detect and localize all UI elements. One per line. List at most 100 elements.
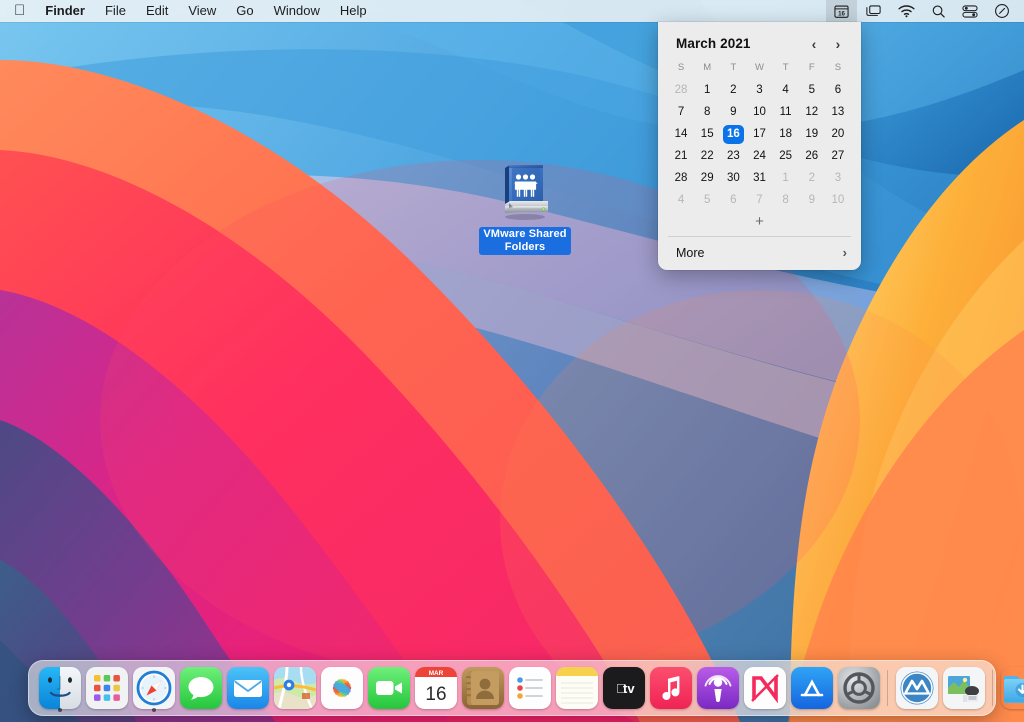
calendar-day[interactable]: 4 [773, 79, 799, 101]
calendar-day[interactable]: 3 [746, 79, 772, 101]
calendar-day-number: 22 [697, 147, 718, 166]
apple-menu[interactable]:  [0, 2, 35, 20]
calendar-nav-buttons: ‹ › [809, 37, 847, 51]
dock-item-downloads[interactable] [998, 663, 1024, 713]
calendar-day[interactable]: 2 [720, 79, 746, 101]
mission-control-icon[interactable] [857, 0, 890, 22]
calendar-day[interactable]: 31 [746, 167, 772, 189]
calendar-more-row[interactable]: More › [658, 237, 861, 270]
spotlight-search-icon[interactable] [923, 0, 954, 22]
calendar-day[interactable]: 7 [746, 189, 772, 211]
calendar-day[interactable]: 11 [773, 101, 799, 123]
dock-item-news[interactable] [741, 663, 788, 713]
calendar-next-button[interactable]: › [833, 37, 843, 51]
wifi-icon[interactable] [890, 0, 923, 22]
dock-item-maps[interactable] [271, 663, 318, 713]
calendar-day[interactable]: 21 [668, 145, 694, 167]
desktop-icon-vmware-shared-folders[interactable]: VMware Shared Folders [479, 160, 571, 255]
menu-item-view[interactable]: View [178, 2, 226, 20]
calendar-day[interactable]: 24 [746, 145, 772, 167]
calendar-day[interactable]: 1 [773, 167, 799, 189]
svg-text:16: 16 [425, 684, 446, 705]
calendar-day[interactable]: 28 [668, 79, 694, 101]
calendar-day[interactable]: 8 [694, 101, 720, 123]
calendar-day[interactable]: 22 [694, 145, 720, 167]
calendar-day-number: 11 [775, 103, 796, 122]
dock-item-image-capture[interactable] [940, 663, 987, 713]
menu-item-go[interactable]: Go [226, 2, 263, 20]
calendar-day[interactable]: 19 [799, 123, 825, 145]
calendar-day-number: 7 [671, 103, 692, 122]
control-center-icon[interactable] [954, 0, 986, 22]
menu-item-file[interactable]: File [95, 2, 136, 20]
calendar-day[interactable]: 26 [799, 145, 825, 167]
weekday-wed: W [746, 59, 772, 77]
calendar-day[interactable]: 5 [799, 79, 825, 101]
siri-icon[interactable] [986, 0, 1018, 22]
calendar-day[interactable]: 8 [773, 189, 799, 211]
calendar-day[interactable]: 3 [825, 167, 851, 189]
calendar-day[interactable]: 12 [799, 101, 825, 123]
dock-item-reminders[interactable] [506, 663, 553, 713]
dock-item-launchpad[interactable] [83, 663, 130, 713]
calendar-day[interactable]: 28 [668, 167, 694, 189]
dock-item-app[interactable] [893, 663, 940, 713]
calendar-day[interactable]: 2 [799, 167, 825, 189]
menu-item-finder[interactable]: Finder [35, 2, 95, 20]
drive-glyph [496, 160, 554, 222]
finder-icon [39, 667, 81, 709]
calendar-day[interactable]: 17 [746, 123, 772, 145]
dock-item-facetime[interactable] [365, 663, 412, 713]
calendar-day[interactable]: 15 [694, 123, 720, 145]
menu-item-edit[interactable]: Edit [136, 2, 178, 20]
calendar-day[interactable]: 5 [694, 189, 720, 211]
menu-bar:  Finder File Edit View Go Window Help 1… [0, 0, 1024, 22]
menu-item-window[interactable]: Window [264, 2, 330, 20]
calendar-day[interactable]: 23 [720, 145, 746, 167]
dock-item-photos[interactable] [318, 663, 365, 713]
calendar-day[interactable]: 27 [825, 145, 851, 167]
calendar-day[interactable]: 4 [668, 189, 694, 211]
calendar-day[interactable]: 25 [773, 145, 799, 167]
dock-item-contacts[interactable] [459, 663, 506, 713]
calendar-day[interactable]: 9 [720, 101, 746, 123]
mail-icon [227, 667, 269, 709]
calendar-day[interactable]: 14 [668, 123, 694, 145]
dock-item-system-preferences[interactable] [835, 663, 882, 713]
svg-text:tv: tv [623, 681, 635, 696]
dock-item-podcasts[interactable] [694, 663, 741, 713]
calendar-day-today[interactable]: 16 [720, 123, 746, 145]
separator-1 [887, 670, 888, 706]
calendar-day[interactable]: 6 [825, 79, 851, 101]
calendar-day[interactable]: 13 [825, 101, 851, 123]
dock-item-mail[interactable] [224, 663, 271, 713]
calendar-day[interactable]: 1 [694, 79, 720, 101]
dock-item-safari[interactable] [130, 663, 177, 713]
calendar-day[interactable]: 7 [668, 101, 694, 123]
calendar-day[interactable]: 29 [694, 167, 720, 189]
dock-item-finder[interactable] [36, 663, 83, 713]
menu-item-help[interactable]: Help [330, 2, 377, 20]
calendar-day[interactable]: 30 [720, 167, 746, 189]
calendar-add-event-button[interactable]: + [658, 211, 861, 236]
photos-icon [321, 667, 363, 709]
calendar-day[interactable]: 9 [799, 189, 825, 211]
calendar-prev-button[interactable]: ‹ [809, 37, 819, 51]
calendar-day[interactable]: 20 [825, 123, 851, 145]
calendar-day-number: 12 [801, 103, 822, 122]
dock-item-tv[interactable]: tv [600, 663, 647, 713]
dock-item-calendar[interactable]: MAR16 [412, 663, 459, 713]
calendar-day[interactable]: 10 [825, 189, 851, 211]
calendar-day-number: 30 [723, 169, 744, 188]
dock-item-music[interactable] [647, 663, 694, 713]
dock-item-messages[interactable] [177, 663, 224, 713]
calendar-day[interactable]: 18 [773, 123, 799, 145]
calendar-day[interactable]: 10 [746, 101, 772, 123]
calendar-date-icon[interactable]: 16 [826, 0, 857, 22]
dock-item-notes[interactable] [553, 663, 600, 713]
reminders-icon [509, 667, 551, 709]
calendar-day-number: 6 [723, 191, 744, 210]
calendar-day-number: 3 [827, 169, 848, 188]
calendar-day[interactable]: 6 [720, 189, 746, 211]
dock-item-app-store[interactable] [788, 663, 835, 713]
